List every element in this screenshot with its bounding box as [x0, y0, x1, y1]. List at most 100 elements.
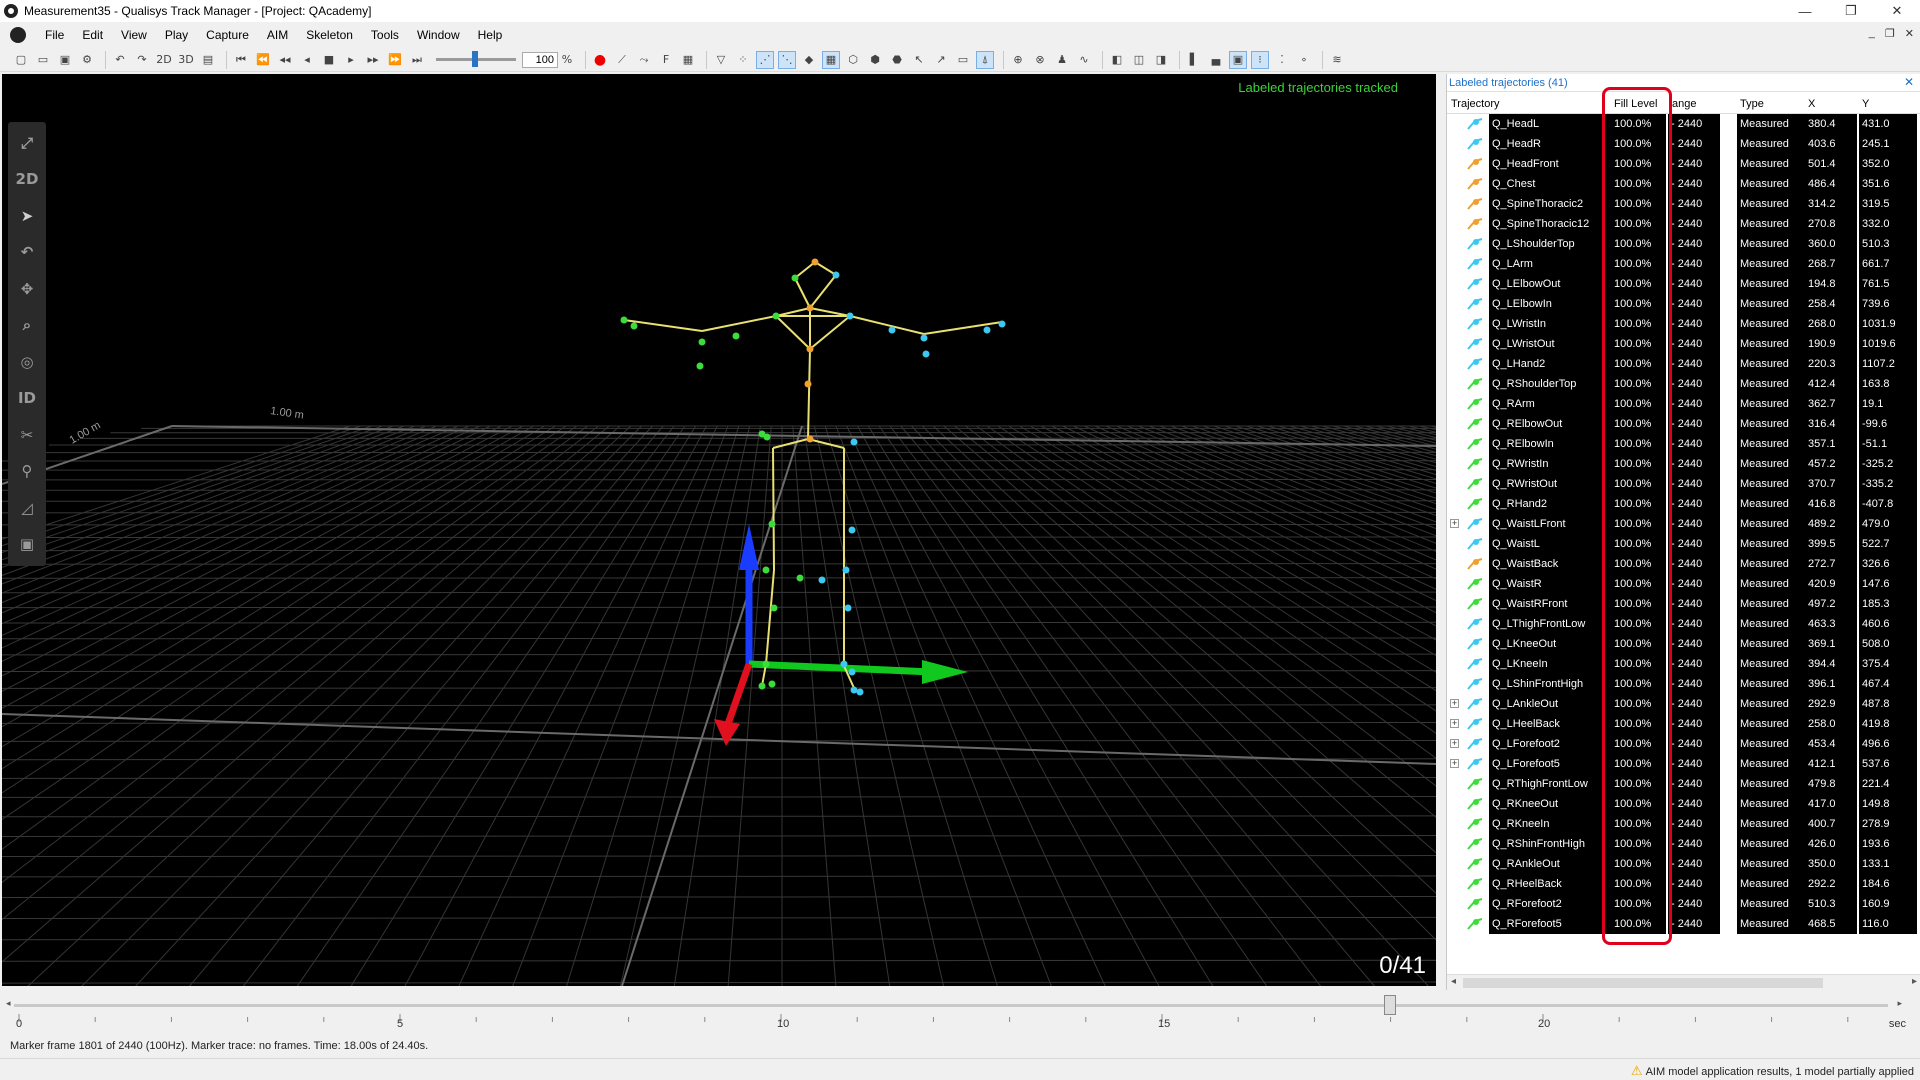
scrollbar-thumb[interactable]: [1463, 978, 1823, 988]
trajectory-row[interactable]: Q_LWristOut 100.0% - 2440 Measured 190.9 1019…: [1447, 334, 1920, 354]
trajectory-row[interactable]: Q_SpineThoracic2 100.0% - 2440 Measured 314.…: [1447, 194, 1920, 214]
marker-point[interactable]: [758, 682, 766, 690]
marker-point[interactable]: [698, 338, 706, 346]
playback-speed-slider[interactable]: [436, 51, 516, 67]
marker-point[interactable]: [856, 688, 864, 696]
expand-icon[interactable]: +: [1450, 719, 1459, 728]
marker-color-icon[interactable]: ⁚: [1273, 51, 1291, 69]
timeline-end-icon[interactable]: ▸: [1897, 998, 1902, 1009]
column-trajectory[interactable]: Trajectory: [1451, 98, 1500, 110]
panel-right-icon[interactable]: ◨: [1152, 51, 1170, 69]
menu-tools[interactable]: Tools: [362, 28, 408, 42]
gap-fill-icon[interactable]: ⤳: [635, 51, 653, 69]
panel-close-icon[interactable]: ✕: [1904, 75, 1914, 89]
trajectory-row[interactable]: Q_RAnkleOut 100.0% - 2440 Measured 350.0 133.…: [1447, 854, 1920, 874]
marker-point[interactable]: [768, 680, 776, 688]
layout-full-icon[interactable]: ▣: [1229, 50, 1247, 69]
view-2d-button[interactable]: 2D: [155, 51, 173, 69]
2d-view-icon[interactable]: 2D: [12, 165, 42, 195]
scroll-right-icon[interactable]: ▸: [1912, 976, 1917, 987]
trajectory-row[interactable]: Q_WaistBack 100.0% - 2440 Measured 272.7 326.…: [1447, 554, 1920, 574]
trajectory-tool-icon[interactable]: ⟋: [613, 51, 631, 69]
undo-icon[interactable]: ↶: [111, 51, 129, 69]
trajectory-row[interactable]: Q_Chest 100.0% - 2440 Measured 486.4 351.6: [1447, 174, 1920, 194]
trajectory-row[interactable]: Q_RHeelBack 100.0% - 2440 Measured 292.2 184.…: [1447, 874, 1920, 894]
trajectory-row[interactable]: Q_RForefoot2 100.0% - 2440 Measured 510.3 160…: [1447, 894, 1920, 914]
marker-point[interactable]: [818, 576, 826, 584]
identify-icon[interactable]: ID: [12, 384, 42, 414]
trajectory-row[interactable]: + Q_LHeelBack 100.0% - 2440 Measured 258.0 419…: [1447, 714, 1920, 734]
translate-icon[interactable]: ✥: [12, 274, 42, 304]
menu-aim[interactable]: AIM: [258, 28, 297, 42]
3d-view-window[interactable]: 1.00 m 1.00 m Labeled trajectories track…: [2, 74, 1436, 986]
expand-icon[interactable]: ⤢: [12, 128, 42, 158]
camera-icon[interactable]: ▭: [954, 51, 972, 69]
restore-button[interactable]: ❐: [1828, 0, 1874, 22]
trajectory-row[interactable]: Q_RShoulderTop 100.0% - 2440 Measured 412.4 1…: [1447, 374, 1920, 394]
timeline-track[interactable]: [14, 1004, 1888, 1007]
marker-point[interactable]: [840, 660, 848, 668]
3d-scene[interactable]: 1.00 m 1.00 m: [2, 74, 1436, 986]
expand-icon[interactable]: +: [1450, 739, 1459, 748]
marker-point[interactable]: [848, 668, 856, 676]
trajectory-row[interactable]: Q_RShinFrontHigh 100.0% - 2440 Measured 426.…: [1447, 834, 1920, 854]
trajectory-row[interactable]: Q_LShoulderTop 100.0% - 2440 Measured 360.0 5…: [1447, 234, 1920, 254]
doc-restore-button[interactable]: ❐: [1885, 27, 1895, 40]
marker-point[interactable]: [806, 435, 814, 443]
settings-gear-icon[interactable]: ⚙: [78, 51, 96, 69]
new-file-icon[interactable]: ▢: [12, 51, 30, 69]
volume-box-icon[interactable]: ⬣: [888, 51, 906, 69]
panel-split-icon[interactable]: ◫: [1130, 51, 1148, 69]
figure-icon[interactable]: ♟: [1053, 51, 1071, 69]
trajectory-row[interactable]: Q_LHand2 100.0% - 2440 Measured 220.3 1107.2: [1447, 354, 1920, 374]
step-back-icon[interactable]: ◂◂: [276, 51, 294, 69]
panel-left-icon[interactable]: ◧: [1108, 51, 1126, 69]
analog-icon[interactable]: ∿: [1075, 51, 1093, 69]
trajectory-row[interactable]: Q_RThighFrontLow 100.0% - 2440 Measured 479.…: [1447, 774, 1920, 794]
marker-point[interactable]: [768, 520, 776, 528]
play-icon[interactable]: ▸: [342, 51, 360, 69]
menu-capture[interactable]: Capture: [197, 28, 258, 42]
marker-point[interactable]: [770, 604, 778, 612]
trajectory-row[interactable]: Q_RWristOut 100.0% - 2440 Measured 370.7 -335…: [1447, 474, 1920, 494]
column-x[interactable]: X: [1808, 98, 1815, 110]
redo-icon[interactable]: ↷: [133, 51, 151, 69]
fast-forward-icon[interactable]: ⏩: [386, 51, 404, 69]
force-plate-icon[interactable]: ↗: [932, 51, 950, 69]
trajectory-row[interactable]: Q_RWristIn 100.0% - 2440 Measured 457.2 -325.…: [1447, 454, 1920, 474]
minimize-button[interactable]: —: [1782, 0, 1828, 22]
grid-icon[interactable]: ▦: [822, 50, 840, 69]
sphere-icon[interactable]: ⬢: [866, 51, 884, 69]
marker-point[interactable]: [922, 350, 930, 358]
open-folder-icon[interactable]: ▭: [34, 51, 52, 69]
filter-icon[interactable]: F: [657, 51, 675, 69]
marker-point[interactable]: [806, 304, 814, 312]
trajectory-row[interactable]: Q_WaistRFront 100.0% - 2440 Measured 497.2 18…: [1447, 594, 1920, 614]
marker-point[interactable]: [832, 271, 840, 279]
trajectory-row[interactable]: Q_RArm 100.0% - 2440 Measured 362.7 19.1: [1447, 394, 1920, 414]
trajectory-row[interactable]: + Q_LForefoot2 100.0% - 2440 Measured 453.4 49…: [1447, 734, 1920, 754]
layout-left-icon[interactable]: ▌: [1185, 51, 1203, 69]
save-icon[interactable]: ▣: [56, 51, 74, 69]
close-button[interactable]: ✕: [1874, 0, 1920, 22]
markers-icon[interactable]: ⁘: [734, 51, 752, 69]
trajectory-row[interactable]: Q_SpineThoracic12 100.0% - 2440 Measured 270…: [1447, 214, 1920, 234]
trajectory-row[interactable]: Q_RForefoot5 100.0% - 2440 Measured 468.5 116…: [1447, 914, 1920, 934]
doc-close-button[interactable]: ✕: [1905, 27, 1914, 40]
marker-point[interactable]: [844, 604, 852, 612]
person-icon[interactable]: ⍋: [976, 50, 994, 69]
center-icon[interactable]: ◎: [12, 347, 42, 377]
trajectory-row[interactable]: Q_LWristIn 100.0% - 2440 Measured 268.0 1031.…: [1447, 314, 1920, 334]
timeline-control[interactable]: ◂ ▸ 0 5 10 15 20 sec: [0, 992, 1920, 1036]
trajectory-row[interactable]: Q_HeadFront 100.0% - 2440 Measured 501.4 352.…: [1447, 154, 1920, 174]
timeline-scrubber[interactable]: [1383, 995, 1396, 1015]
marker-point[interactable]: [791, 274, 799, 282]
aim-status[interactable]: ⚠ AIM model application results, 1 model …: [1631, 1063, 1914, 1079]
funnel-icon[interactable]: ▽: [712, 51, 730, 69]
plot-icon[interactable]: ≋: [1328, 51, 1346, 69]
video-view-icon[interactable]: ▤: [199, 51, 217, 69]
rotate-icon[interactable]: ↶: [12, 238, 42, 268]
marker-point[interactable]: [811, 258, 819, 266]
trajectory-row[interactable]: Q_RKneeIn 100.0% - 2440 Measured 400.7 278.9: [1447, 814, 1920, 834]
marker-point[interactable]: [998, 320, 1006, 328]
